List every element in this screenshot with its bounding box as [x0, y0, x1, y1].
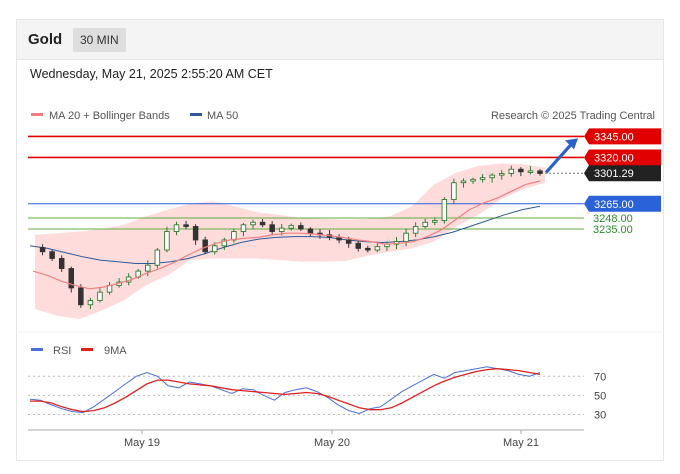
- candle-body: [87, 300, 94, 306]
- rsi-legend-swatch: [31, 348, 43, 351]
- ma20-legend-swatch: [31, 113, 43, 116]
- candle-body: [518, 168, 524, 173]
- candle-body: [192, 226, 199, 241]
- time-tick-label: May 19: [124, 437, 160, 449]
- candle-body: [336, 236, 342, 241]
- level-label: 3265.00: [594, 199, 634, 211]
- ma50-legend-label: MA 50: [207, 110, 238, 122]
- rsi-ma9-line: [30, 368, 541, 413]
- candle-body: [307, 228, 314, 234]
- candle-body: [345, 239, 352, 244]
- candle-body: [154, 249, 161, 266]
- ma50-legend-swatch: [190, 113, 202, 116]
- chart-canvas: MA 20 + Bollinger Bands MA 50 Research ©…: [17, 110, 663, 449]
- candle-body: [489, 174, 495, 179]
- candle-body: [164, 231, 170, 251]
- rsi-legend-label: RSI: [53, 345, 71, 357]
- candle-body: [78, 287, 84, 306]
- candle-body: [58, 258, 65, 270]
- credit-text: Research © 2025 Trading Central: [491, 110, 655, 122]
- candle-body: [202, 239, 208, 253]
- candle-body: [365, 247, 371, 251]
- candle-body: [403, 232, 409, 243]
- candle-body: [173, 224, 180, 232]
- price-pane: 3345.003320.003301.293265.003248.003235.…: [28, 128, 661, 320]
- time-axis-ticks: May 19 May 20 May 21: [124, 430, 539, 449]
- candle-body: [460, 180, 467, 184]
- candle-body: [498, 172, 505, 176]
- candle-body: [278, 227, 285, 232]
- candle-body: [508, 168, 515, 174]
- candle-body: [298, 225, 304, 230]
- rsi-tick-label: 50: [594, 390, 606, 402]
- candle-body: [183, 224, 189, 227]
- time-tick-label: May 21: [503, 437, 539, 449]
- candle-body: [145, 264, 151, 272]
- level-label: 3320.00: [594, 152, 634, 164]
- candle-body: [97, 291, 103, 301]
- rsi-tick-label: 30: [594, 409, 606, 421]
- candle-body: [288, 225, 295, 229]
- candle-body: [259, 221, 266, 226]
- level-label: 3301.29: [594, 168, 634, 180]
- candle-body: [527, 170, 534, 173]
- candle-body: [432, 220, 438, 223]
- candle-body: [537, 170, 543, 174]
- candle-body: [39, 247, 46, 253]
- candle-body: [374, 246, 381, 251]
- bollinger-band: [35, 163, 545, 320]
- time-tick-label: May 20: [314, 437, 350, 449]
- level-label: 3345.00: [594, 131, 634, 143]
- ma20-legend-label: MA 20 + Bollinger Bands: [49, 110, 170, 122]
- candle-body: [231, 231, 237, 241]
- candle-body: [355, 242, 361, 249]
- ma9-legend-label: 9MA: [104, 345, 127, 357]
- level-label: 3235.00: [593, 224, 633, 236]
- candle-body: [451, 182, 457, 200]
- candle-body: [240, 224, 247, 232]
- rsi-tick-label: 70: [594, 371, 606, 383]
- candle-body: [479, 177, 486, 180]
- candle-body: [49, 251, 55, 259]
- candle-body: [250, 221, 256, 226]
- ma9-legend-swatch: [81, 348, 93, 351]
- candle-body: [422, 221, 428, 227]
- candle-body: [212, 245, 218, 253]
- candle-body: [470, 178, 476, 182]
- candle-body: [269, 224, 275, 232]
- rsi-pane: 70 50 30: [28, 366, 606, 421]
- candle-body: [441, 199, 448, 222]
- candle-body: [412, 226, 419, 234]
